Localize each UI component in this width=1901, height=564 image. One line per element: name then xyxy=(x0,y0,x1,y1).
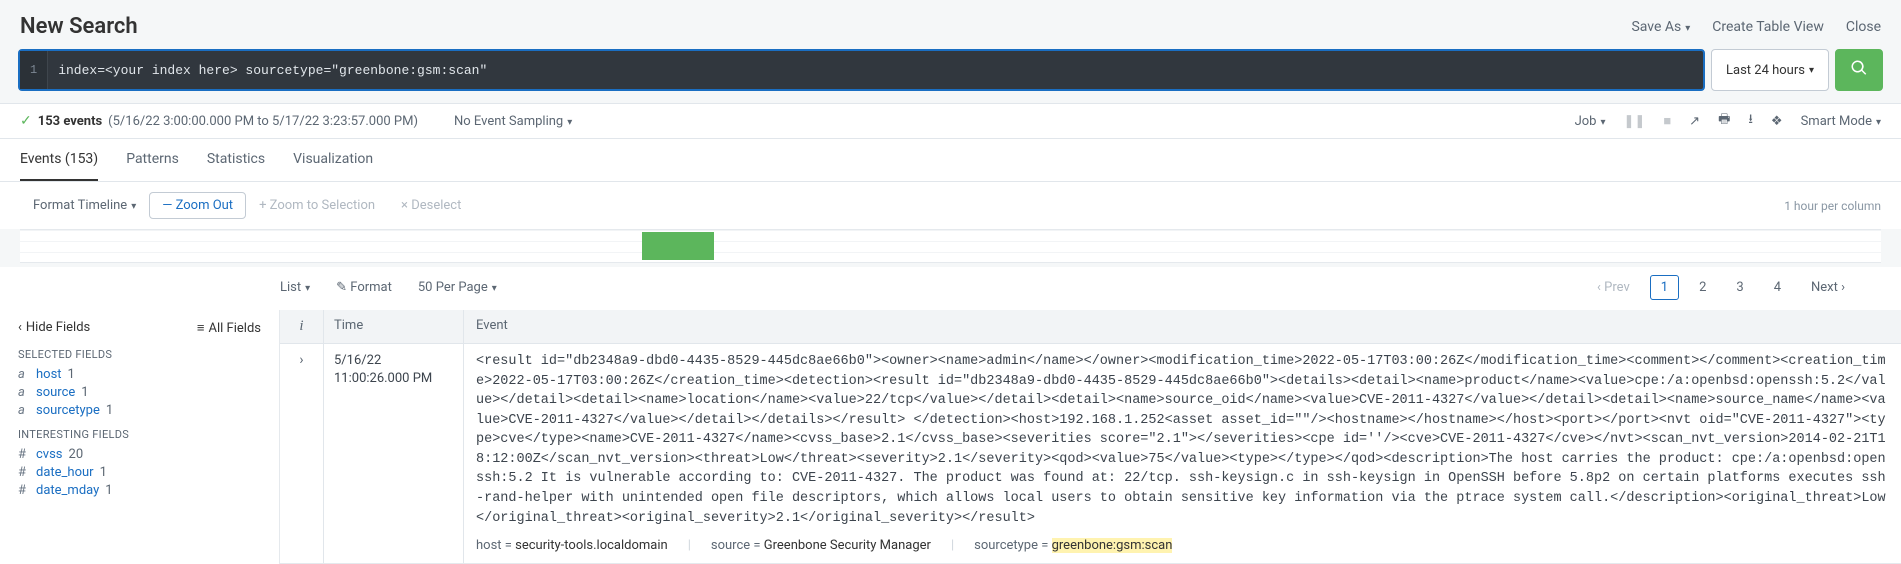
timeline-gridlines xyxy=(20,230,1881,262)
meta-host-key: host xyxy=(476,538,502,553)
pager-prev: ‹ Prev xyxy=(1587,276,1640,299)
stop-icon[interactable]: ■ xyxy=(1663,113,1671,129)
field-type-icon: a xyxy=(18,403,30,418)
timeline-rate-label: 1 hour per column xyxy=(1784,199,1881,213)
field-row[interactable]: # cvss 20 xyxy=(18,447,261,462)
field-row[interactable]: a sourcetype 1 xyxy=(18,403,261,418)
event-time: 11:00:26.000 PM xyxy=(334,370,453,388)
pager-page-4[interactable]: 4 xyxy=(1764,276,1791,299)
time-range-picker[interactable]: Last 24 hours xyxy=(1711,49,1829,91)
tab-visualization[interactable]: Visualization xyxy=(293,139,373,181)
tab-patterns[interactable]: Patterns xyxy=(126,139,179,181)
meta-sourcetype-val[interactable]: greenbone:gsm:scan xyxy=(1052,538,1173,553)
field-row[interactable]: # date_mday 1 xyxy=(18,483,261,498)
selected-fields-title: SELECTED FIELDS xyxy=(18,348,261,361)
field-type-icon: a xyxy=(18,367,30,382)
field-count: 1 xyxy=(100,465,107,480)
timeline-chart[interactable] xyxy=(20,229,1881,263)
field-row[interactable]: asource 1 xyxy=(18,385,261,400)
search-mode-menu[interactable]: Smart Mode xyxy=(1801,114,1881,129)
field-name[interactable]: date_mday xyxy=(36,483,99,498)
col-header-event: Event xyxy=(464,310,1901,343)
spl-editor[interactable]: index=<your index here> sourcetype="gree… xyxy=(48,63,1703,78)
search-input-container[interactable]: 1 index=<your index here> sourcetype="gr… xyxy=(18,49,1705,91)
deselect-button: × Deselect xyxy=(388,192,474,219)
pager-next[interactable]: Next › xyxy=(1801,276,1855,299)
fields-sidebar: Hide Fields All Fields SELECTED FIELDS a… xyxy=(0,310,280,564)
field-name[interactable]: source xyxy=(36,385,75,400)
event-meta: host = security-tools.localdomain | sour… xyxy=(464,532,1901,563)
pause-icon[interactable]: ❚❚ xyxy=(1624,114,1646,129)
time-range-text: (5/16/22 3:00:00.000 PM to 5/17/22 3:23:… xyxy=(108,114,418,129)
field-count: 20 xyxy=(69,447,84,462)
format-results-button[interactable]: ✎ Format xyxy=(336,280,392,295)
all-fields-button[interactable]: All Fields xyxy=(197,320,261,336)
create-table-view-link[interactable]: Create Table View xyxy=(1712,19,1824,35)
field-type-icon: # xyxy=(18,465,30,480)
close-link[interactable]: Close xyxy=(1846,19,1881,35)
field-name[interactable]: cvss xyxy=(36,447,63,462)
event-raw[interactable]: <result id="db2348a9-dbd0-4435-8529-445d… xyxy=(464,344,1901,532)
meta-host-val[interactable]: security-tools.localdomain xyxy=(515,538,668,553)
event-sampling-menu[interactable]: No Event Sampling xyxy=(454,114,572,129)
field-count: 1 xyxy=(106,403,113,418)
event-date: 5/16/22 xyxy=(334,352,453,370)
print-icon[interactable]: 🖶 xyxy=(1718,110,1730,132)
field-name[interactable]: sourcetype xyxy=(36,403,100,418)
meta-source-val[interactable]: Greenbone Security Manager xyxy=(764,538,931,553)
results-view-menu[interactable]: List xyxy=(280,280,310,295)
run-search-button[interactable] xyxy=(1835,49,1883,91)
pager-page-1[interactable]: 1 xyxy=(1650,275,1679,300)
per-page-menu[interactable]: 50 Per Page xyxy=(418,280,497,295)
meta-sourcetype-key: sourcetype xyxy=(974,538,1038,553)
zoom-out-button[interactable]: — Zoom Out xyxy=(149,192,246,219)
expand-event-button[interactable]: › xyxy=(280,344,324,563)
field-row[interactable]: # date_hour 1 xyxy=(18,465,261,480)
hide-fields-button[interactable]: Hide Fields xyxy=(18,320,90,336)
pager-page-3[interactable]: 3 xyxy=(1726,276,1753,299)
interesting-fields-title: INTERESTING FIELDS xyxy=(18,428,261,441)
field-type-icon: a xyxy=(18,385,30,400)
field-type-icon: # xyxy=(18,483,30,498)
field-count: 1 xyxy=(81,385,88,400)
event-count: 153 events xyxy=(38,114,102,129)
meta-source-key: source xyxy=(711,538,750,553)
export-icon[interactable]: ⭳ xyxy=(1748,110,1753,132)
smart-mode-icon: ❖ xyxy=(1771,114,1783,129)
line-number: 1 xyxy=(20,51,48,89)
page-title: New Search xyxy=(20,14,138,39)
event-row: › 5/16/22 11:00:26.000 PM <result id="db… xyxy=(280,344,1901,564)
field-name[interactable]: date_hour xyxy=(36,465,94,480)
search-icon xyxy=(1850,59,1868,81)
check-icon: ✓ xyxy=(20,113,32,129)
field-count: 1 xyxy=(68,367,75,382)
col-header-info: i xyxy=(280,310,324,343)
tab-events[interactable]: Events (153) xyxy=(20,139,98,181)
timeline-bar[interactable] xyxy=(642,232,714,260)
pager-page-2[interactable]: 2 xyxy=(1689,276,1716,299)
field-row[interactable]: ahost 1 xyxy=(18,367,261,382)
job-menu[interactable]: Job xyxy=(1575,114,1606,129)
tab-statistics[interactable]: Statistics xyxy=(207,139,265,181)
field-name[interactable]: host xyxy=(36,367,62,382)
field-type-icon: # xyxy=(18,447,30,462)
field-count: 1 xyxy=(105,483,112,498)
col-header-time[interactable]: Time xyxy=(324,310,464,343)
format-timeline-menu[interactable]: Format Timeline xyxy=(20,192,149,219)
save-as-menu[interactable]: Save As xyxy=(1631,19,1690,35)
zoom-to-selection-button: + Zoom to Selection xyxy=(246,192,388,219)
share-icon[interactable]: ↗ xyxy=(1689,114,1700,129)
